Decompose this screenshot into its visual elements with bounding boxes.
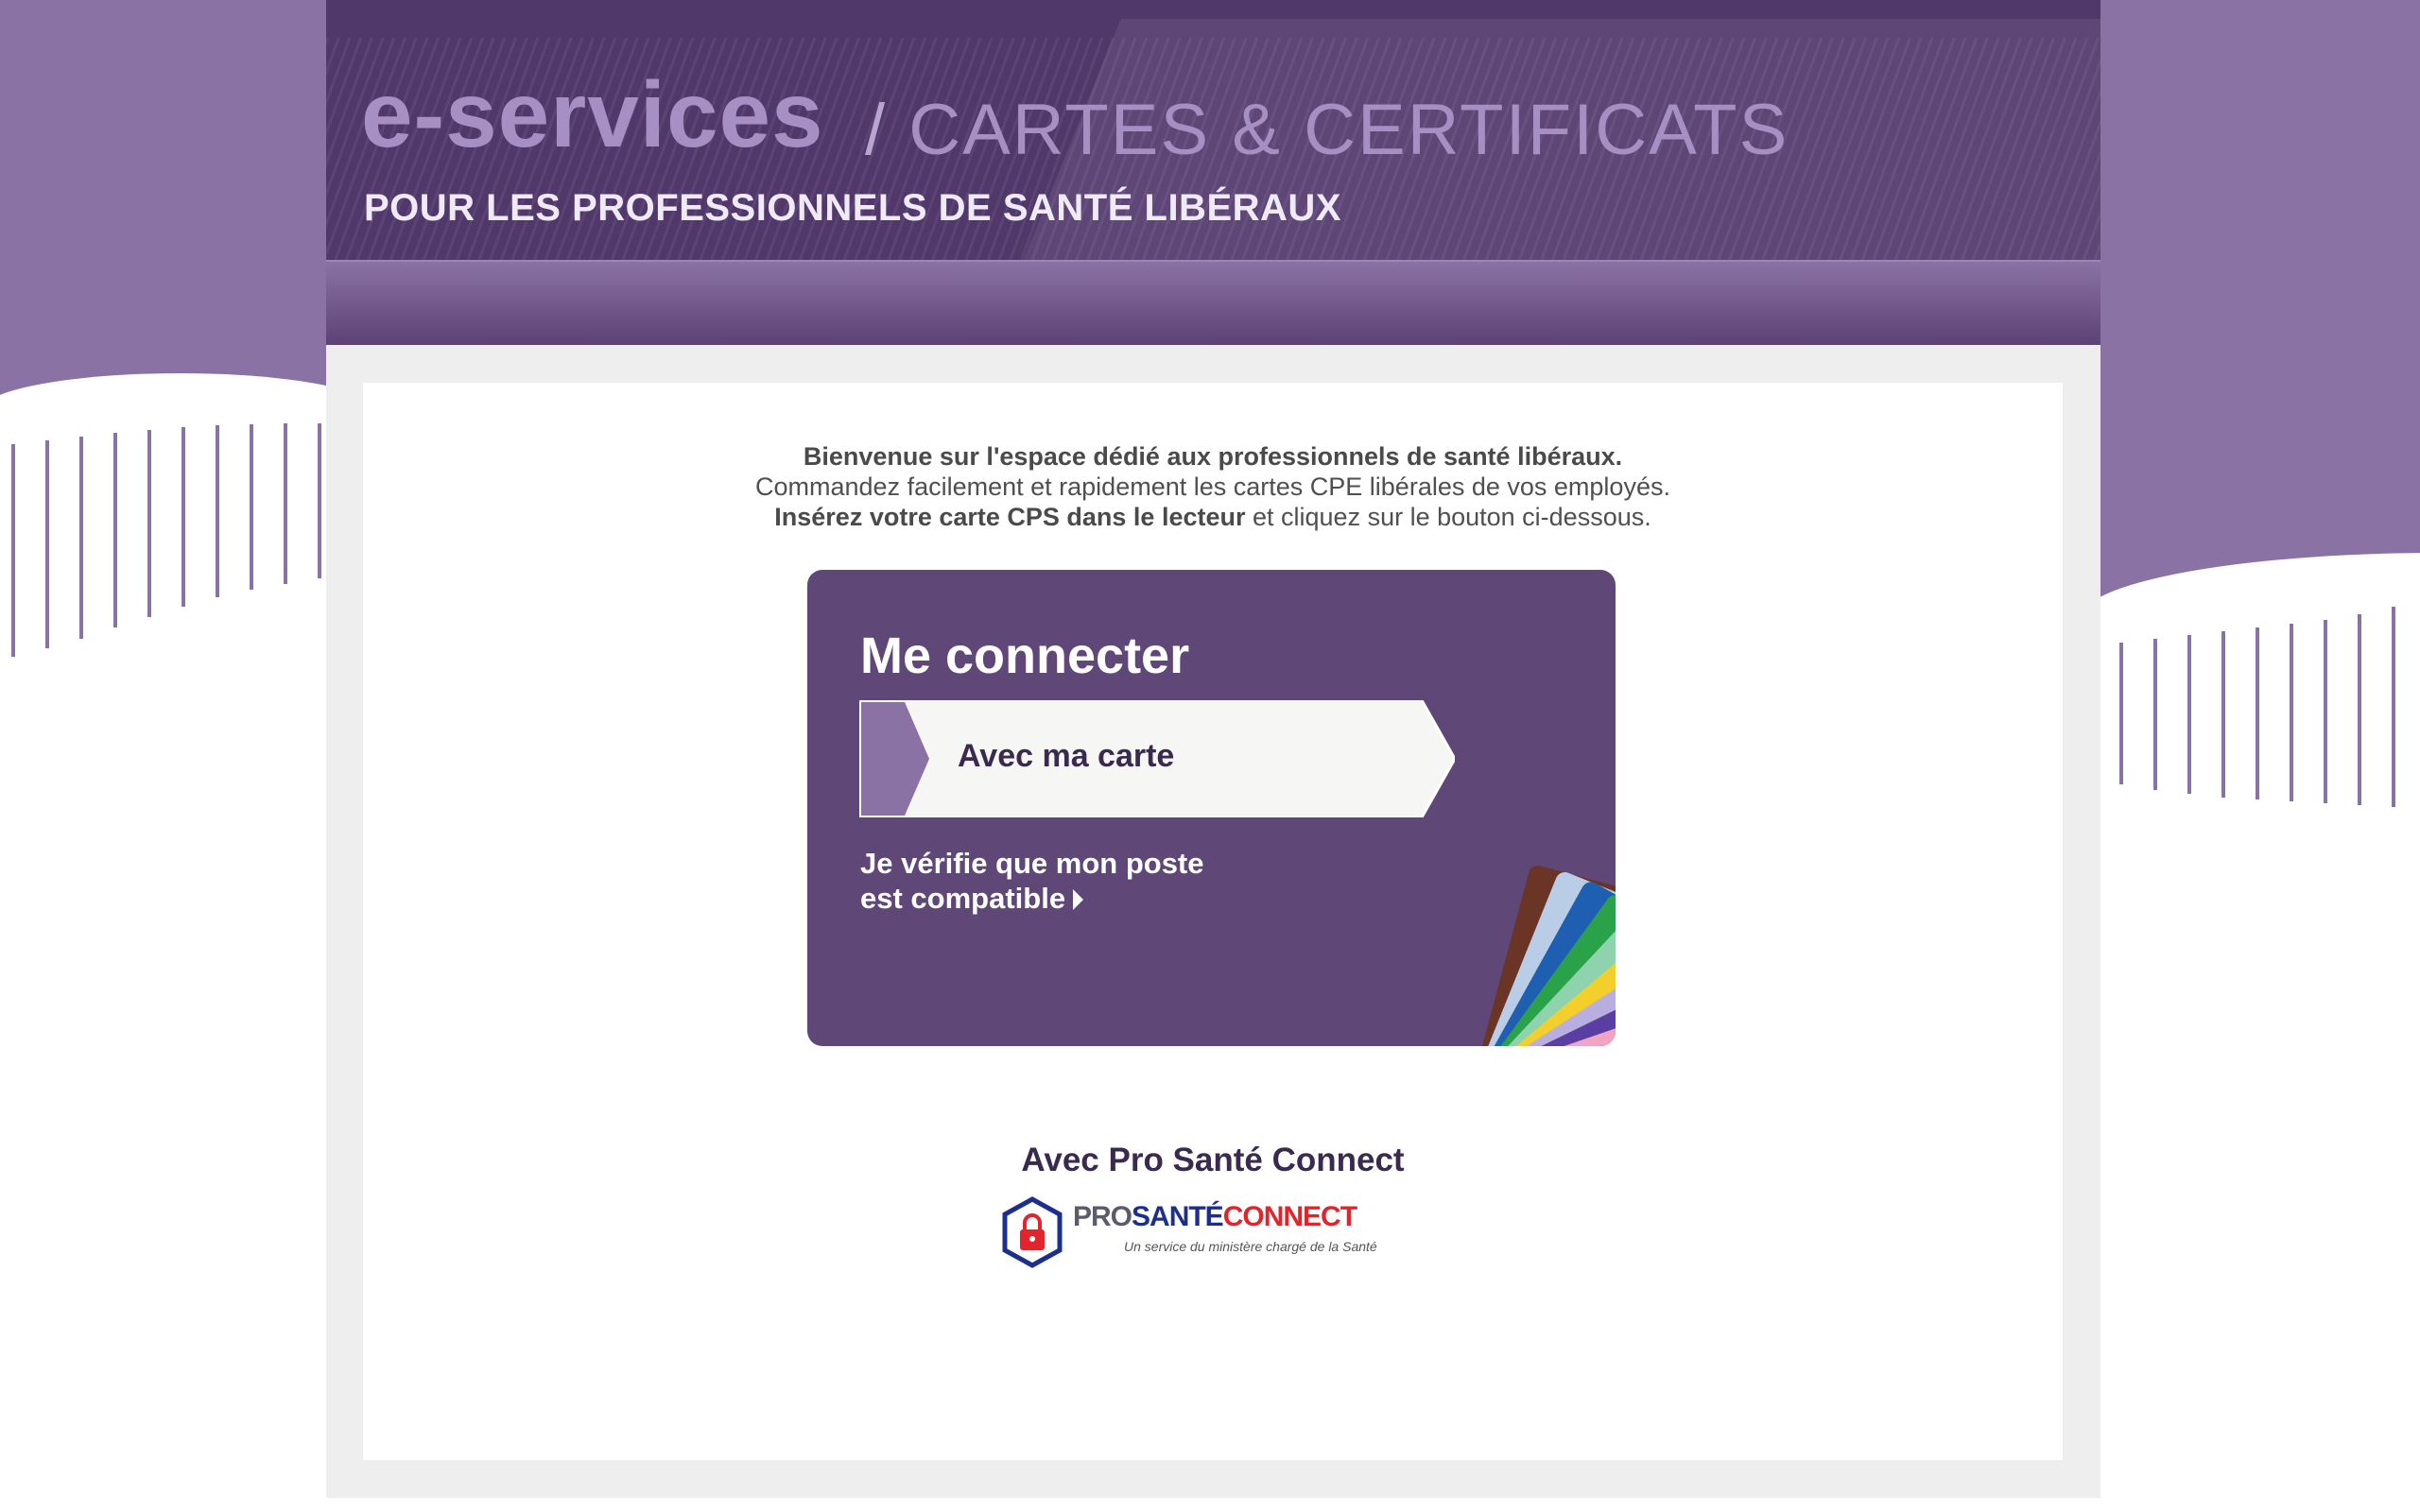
login-card-title: Me connecter (860, 627, 1190, 684)
psc-sante: SANTÉ (1132, 1201, 1224, 1232)
main-content: Bienvenue sur l'espace dédié aux profess… (363, 383, 2063, 1460)
background-left-curve (0, 373, 378, 562)
caret-right-icon (1073, 889, 1084, 910)
header-bar (326, 260, 2100, 345)
psc-logo-text: PROSANTÉCONNECT (1073, 1203, 1357, 1231)
login-with-card-label: Avec ma carte (958, 738, 1175, 774)
header-banner: e-services / CARTES & CERTIFICATS POUR L… (326, 0, 2100, 260)
background-left-band (0, 0, 326, 406)
compat-line-1: Je vérifie que mon poste (860, 847, 1204, 880)
intro-welcome: Bienvenue sur l'espace dédié aux profess… (803, 442, 1623, 471)
psc-title: Avec Pro Santé Connect (1021, 1142, 1405, 1178)
psc-padlock-icon (1002, 1196, 1063, 1268)
header-subtitle-text: CARTES & CERTIFICATS (908, 90, 1789, 170)
intro-insert: Insérez votre carte CPS dans le lecteur … (363, 502, 2063, 532)
compat-line-2-text: est compatible (860, 882, 1066, 915)
header-slash: / (865, 90, 888, 170)
background-right-band (2099, 0, 2420, 605)
compat-line-2: est compatible (860, 881, 1257, 916)
login-card: Me connecter Avec ma carte Je vérifie qu… (807, 570, 1616, 1046)
psc-connect: CONNECT (1222, 1201, 1357, 1232)
psc-pro: PRO (1073, 1201, 1132, 1232)
header-subtitle: / CARTES & CERTIFICATS (865, 94, 1789, 166)
background-right-curve (2080, 553, 2420, 761)
intro-insert-bold: Insérez votre carte CPS dans le lecteur (774, 503, 1246, 531)
page-container: e-services / CARTES & CERTIFICATS POUR L… (326, 0, 2100, 1498)
header-tagline: POUR LES PROFESSIONNELS DE SANTÉ LIBÉRAU… (364, 187, 1341, 229)
eservices-logo: e-services (361, 62, 824, 166)
intro-order: Commandez facilement et rapidement les c… (755, 472, 1670, 501)
psc-logo-caption: Un service du ministère chargé de la San… (1124, 1239, 1377, 1254)
compatibility-check-link[interactable]: Je vérifie que mon poste est compatible (860, 846, 1257, 916)
cps-cards-illustration (1458, 866, 1616, 1046)
intro-insert-rest: et cliquez sur le bouton ci-dessous. (1245, 503, 1651, 531)
pro-sante-connect-button[interactable]: PROSANTÉCONNECT Un service du ministère … (999, 1195, 1377, 1269)
intro-text: Bienvenue sur l'espace dédié aux profess… (363, 441, 2063, 532)
